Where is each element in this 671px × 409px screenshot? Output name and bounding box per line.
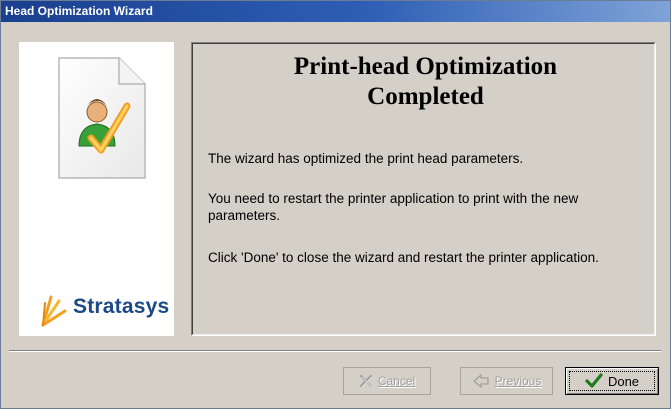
page-title-line2: Completed	[367, 83, 484, 110]
window-title: Head Optimization Wizard	[5, 4, 153, 18]
content-panel: Print-head Optimization Completed The wi…	[191, 42, 656, 336]
stratasys-burst-icon	[41, 295, 67, 327]
wizard-sidebar: Stratasys	[19, 42, 174, 336]
done-button[interactable]: Done	[565, 367, 659, 395]
cancel-x-icon	[359, 374, 373, 388]
button-separator	[9, 350, 661, 352]
page-title: Print-head Optimization Completed	[203, 52, 648, 112]
message-optimized: The wizard has optimized the print head …	[208, 151, 524, 166]
document-user-check-icon	[58, 57, 146, 179]
previous-button[interactable]: Previous	[460, 367, 553, 395]
focus-rectangle	[569, 371, 655, 391]
previous-button-label: Previous	[494, 374, 542, 388]
page-title-line1: Print-head Optimization	[293, 53, 558, 80]
title-bar[interactable]: Head Optimization Wizard	[1, 1, 670, 22]
message-restart-needed: You need to restart the printer applicat…	[208, 191, 579, 223]
brand-name: Stratasys	[73, 295, 170, 318]
cancel-button[interactable]: Cancel	[343, 367, 431, 395]
stratasys-logo: Stratasys	[37, 289, 177, 329]
previous-arrow-icon	[472, 374, 489, 388]
wizard-window: Head Optimization Wizard Stratasys Print…	[0, 0, 671, 409]
message-done-instructions: Click 'Done' to close the wizard and res…	[208, 250, 599, 265]
content-inner: Print-head Optimization Completed The wi…	[192, 43, 655, 335]
cancel-button-label: Cancel	[377, 374, 416, 388]
